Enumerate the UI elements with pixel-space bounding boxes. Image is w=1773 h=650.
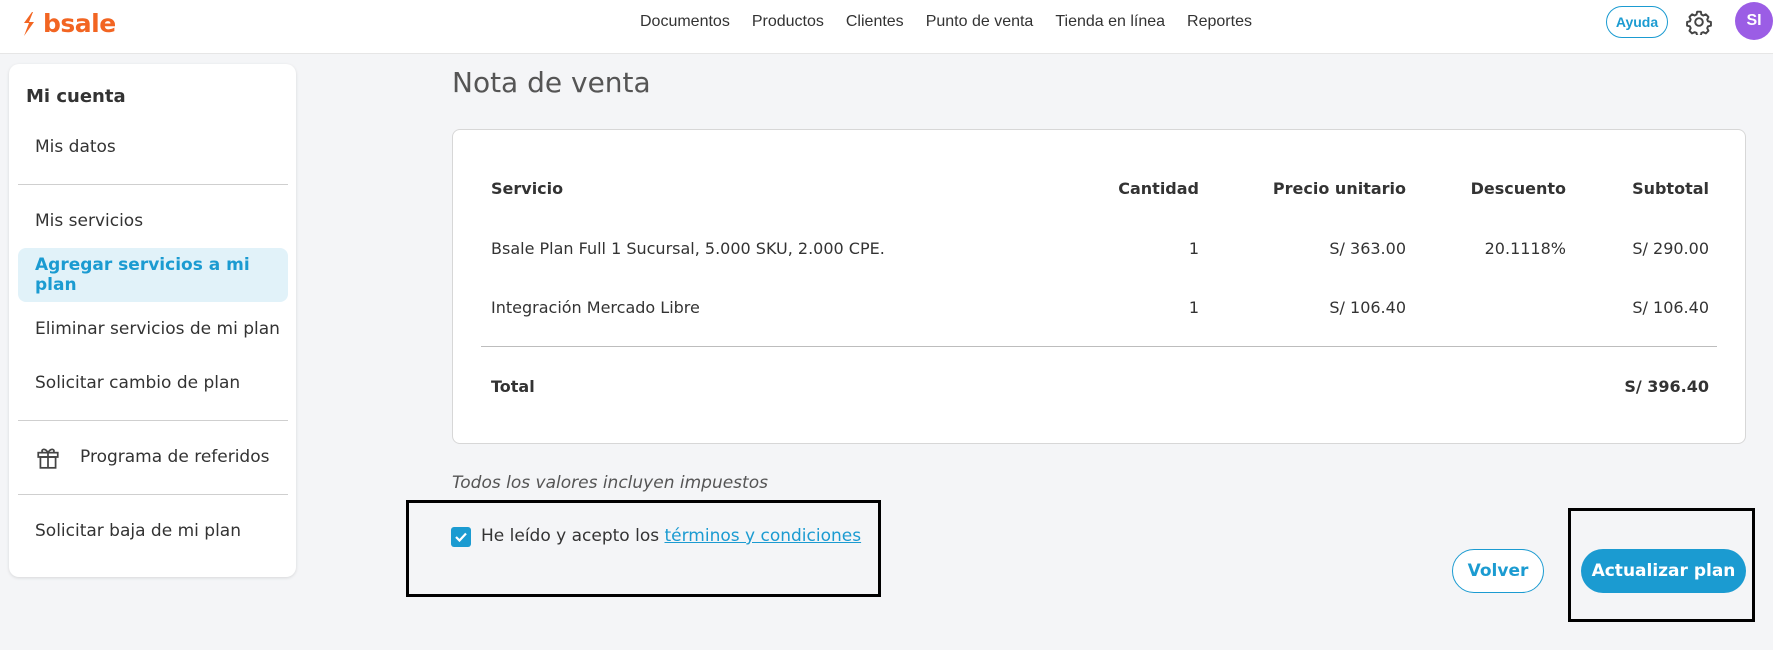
sidebar-item-agregar-servicios[interactable]: Agregar servicios a mi plan bbox=[18, 248, 288, 302]
table-header-row: Servicio Cantidad Precio unitario Descue… bbox=[453, 179, 1747, 203]
sidebar-item-label: Solicitar baja de mi plan bbox=[35, 521, 241, 541]
sidebar-item-label: Eliminar servicios de mi plan bbox=[35, 319, 280, 339]
cell-subtotal: S/ 106.40 bbox=[1632, 298, 1709, 317]
main-nav: Documentos Productos Clientes Punto de v… bbox=[640, 12, 1274, 32]
page-title: Nota de venta bbox=[452, 66, 651, 99]
cell-descuento: 20.1118% bbox=[1484, 239, 1566, 258]
total-value: S/ 396.40 bbox=[1624, 377, 1709, 396]
table-divider bbox=[481, 346, 1717, 347]
table-row: Integración Mercado Libre 1 S/ 106.40 S/… bbox=[453, 298, 1747, 322]
sidebar-item-solicitar-baja[interactable]: Solicitar baja de mi plan bbox=[18, 504, 288, 558]
account-sidebar: Mi cuenta Mis datos Mis servicios Agrega… bbox=[9, 64, 296, 577]
nav-clientes[interactable]: Clientes bbox=[846, 12, 904, 32]
sidebar-item-label: Solicitar cambio de plan bbox=[35, 373, 241, 393]
highlight-box-terms bbox=[406, 500, 881, 597]
sidebar-item-programa-referidos[interactable]: Programa de referidos bbox=[18, 430, 288, 484]
sidebar-item-eliminar-servicios[interactable]: Eliminar servicios de mi plan bbox=[18, 302, 288, 356]
nav-tienda-en-linea[interactable]: Tienda en línea bbox=[1055, 12, 1165, 32]
sidebar-item-label: Mis servicios bbox=[35, 211, 144, 231]
terms-link[interactable]: términos y condiciones bbox=[664, 526, 861, 546]
sidebar-divider bbox=[18, 494, 288, 495]
gear-icon[interactable] bbox=[1686, 9, 1712, 35]
sidebar-divider bbox=[18, 184, 288, 185]
brand-name: bsale bbox=[43, 9, 116, 38]
sidebar-item-solicitar-cambio[interactable]: Solicitar cambio de plan bbox=[18, 356, 288, 410]
sidebar-item-mis-datos[interactable]: Mis datos bbox=[18, 120, 288, 174]
nav-documentos[interactable]: Documentos bbox=[640, 12, 730, 32]
nav-reportes[interactable]: Reportes bbox=[1187, 12, 1252, 32]
cell-servicio: Integración Mercado Libre bbox=[491, 298, 700, 317]
sidebar-item-label: Programa de referidos bbox=[80, 447, 270, 467]
cell-servicio: Bsale Plan Full 1 Sucursal, 5.000 SKU, 2… bbox=[491, 239, 885, 258]
table-row: Bsale Plan Full 1 Sucursal, 5.000 SKU, 2… bbox=[453, 239, 1747, 263]
top-bar: bsale Documentos Productos Clientes Punt… bbox=[0, 0, 1773, 54]
terms-checkbox[interactable] bbox=[451, 527, 471, 547]
user-avatar[interactable]: SI bbox=[1735, 2, 1773, 40]
check-icon bbox=[455, 532, 467, 543]
bsale-logo-icon bbox=[24, 11, 34, 36]
sidebar-item-label: Mis datos bbox=[35, 137, 116, 157]
sidebar-item-label: Agregar servicios a mi plan bbox=[35, 255, 250, 295]
cell-precio: S/ 363.00 bbox=[1329, 239, 1406, 258]
sidebar-item-mis-servicios[interactable]: Mis servicios bbox=[18, 194, 288, 248]
bsale-logo[interactable]: bsale bbox=[20, 9, 116, 38]
terms-prefix: He leído y acepto los bbox=[481, 526, 665, 546]
tax-note: Todos los valores incluyen impuestos bbox=[452, 473, 768, 493]
sidebar-title: Mi cuenta bbox=[26, 86, 126, 107]
cell-cantidad: 1 bbox=[1188, 298, 1199, 317]
table-total-row: Total S/ 396.40 bbox=[453, 377, 1747, 401]
total-label: Total bbox=[491, 377, 535, 396]
help-button[interactable]: Ayuda bbox=[1606, 6, 1668, 38]
sidebar-divider bbox=[18, 420, 288, 421]
nav-productos[interactable]: Productos bbox=[752, 12, 824, 32]
cell-cantidad: 1 bbox=[1188, 239, 1199, 258]
cell-subtotal: S/ 290.00 bbox=[1632, 239, 1709, 258]
col-header-cantidad: Cantidad bbox=[1118, 179, 1199, 198]
terms-label: He leído y acepto los términos y condici… bbox=[481, 526, 861, 546]
col-header-descuento: Descuento bbox=[1470, 179, 1566, 198]
col-header-subtotal: Subtotal bbox=[1632, 179, 1709, 198]
update-plan-button[interactable]: Actualizar plan bbox=[1581, 549, 1746, 593]
col-header-servicio: Servicio bbox=[491, 179, 564, 198]
cell-precio: S/ 106.40 bbox=[1329, 298, 1406, 317]
sales-note-table: Servicio Cantidad Precio unitario Descue… bbox=[452, 129, 1746, 444]
col-header-precio: Precio unitario bbox=[1272, 179, 1406, 198]
nav-punto-de-venta[interactable]: Punto de venta bbox=[926, 12, 1034, 32]
gift-icon bbox=[37, 448, 59, 469]
back-button[interactable]: Volver bbox=[1452, 549, 1544, 593]
